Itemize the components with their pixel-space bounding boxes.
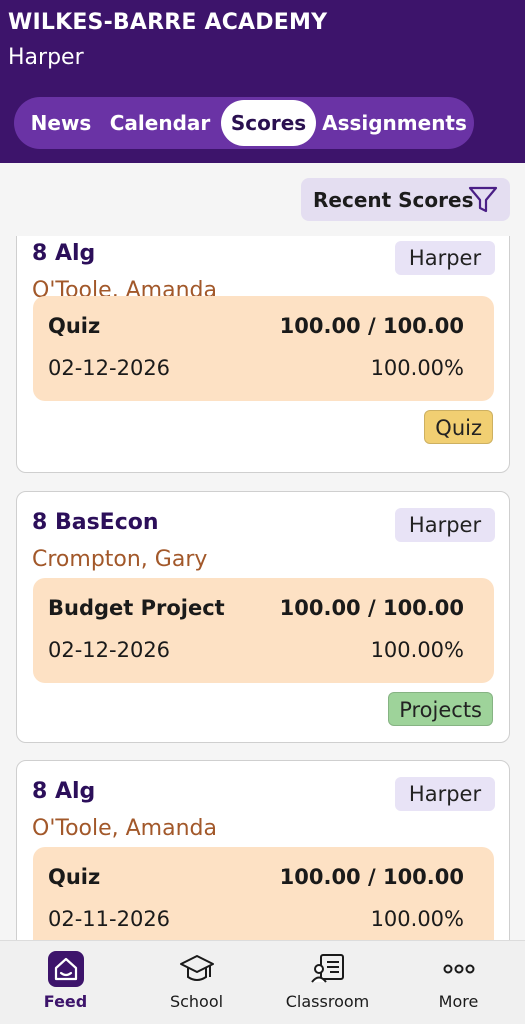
student-badge: Harper (395, 777, 495, 811)
course-name: 8 BasEcon (32, 510, 159, 535)
score-value: 100.00 / 100.00 (279, 596, 464, 620)
recent-scores-filter-button[interactable]: Recent Scores (301, 178, 510, 221)
teacher-name: Crompton, Gary (32, 547, 208, 572)
score-value: 100.00 / 100.00 (279, 865, 464, 889)
nav-classroom[interactable]: Classroom (262, 941, 393, 1024)
score-details: Quiz 100.00 / 100.00 02-11-2026 100.00% (33, 847, 494, 940)
tab-assignments[interactable]: Assignments (322, 100, 467, 146)
more-dots-icon (443, 964, 475, 974)
course-name: 8 Alg (32, 779, 96, 804)
tab-calendar[interactable]: Calendar (106, 100, 214, 146)
student-badge: Harper (395, 241, 495, 275)
score-card[interactable]: 8 Alg Harper O'Toole, Amanda Quiz 100.00… (16, 236, 510, 473)
tab-news[interactable]: News (18, 100, 104, 146)
nav-label: Feed (43, 992, 88, 1011)
nav-label: Classroom (285, 992, 370, 1011)
course-name: 8 Alg (32, 241, 96, 266)
student-name: Harper (8, 45, 84, 70)
app-header: WILKES-BARRE ACADEMY Harper News Calenda… (0, 0, 525, 163)
tab-scores[interactable]: Scores (221, 100, 316, 146)
school-name: WILKES-BARRE ACADEMY (8, 10, 328, 35)
nav-label: School (169, 992, 224, 1011)
funnel-icon (468, 186, 498, 213)
classroom-icon (311, 954, 344, 983)
score-date: 02-11-2026 (48, 907, 171, 931)
score-date: 02-12-2026 (48, 356, 171, 380)
score-card[interactable]: 8 Alg Harper O'Toole, Amanda Quiz 100.00… (16, 760, 510, 940)
graduation-cap-icon (180, 955, 214, 981)
home-icon (48, 951, 84, 987)
assignment-name: Quiz (48, 865, 101, 889)
category-badge: Projects (388, 692, 493, 726)
student-badge: Harper (395, 508, 495, 542)
nav-feed[interactable]: Feed (0, 941, 131, 1024)
score-percent: 100.00% (370, 907, 464, 931)
assignment-name: Quiz (48, 314, 101, 338)
score-percent: 100.00% (370, 638, 464, 662)
filter-label: Recent Scores (313, 188, 474, 212)
score-value: 100.00 / 100.00 (279, 314, 464, 338)
teacher-name: O'Toole, Amanda (32, 816, 217, 841)
score-card[interactable]: 8 BasEcon Harper Crompton, Gary Budget P… (16, 491, 510, 743)
score-details: Budget Project 100.00 / 100.00 02-12-202… (33, 578, 494, 683)
tab-bar: News Calendar Scores Assignments (14, 97, 474, 149)
assignment-name: Budget Project (48, 596, 225, 620)
score-details: Quiz 100.00 / 100.00 02-12-2026 100.00% (33, 296, 494, 401)
bottom-nav: Feed School Classroom More (0, 940, 525, 1024)
nav-more[interactable]: More (393, 941, 524, 1024)
nav-label: More (438, 992, 479, 1011)
category-badge: Quiz (424, 410, 493, 444)
score-date: 02-12-2026 (48, 638, 171, 662)
nav-school[interactable]: School (131, 941, 262, 1024)
score-percent: 100.00% (370, 356, 464, 380)
scores-feed[interactable]: 8 Alg Harper O'Toole, Amanda Quiz 100.00… (0, 236, 525, 940)
